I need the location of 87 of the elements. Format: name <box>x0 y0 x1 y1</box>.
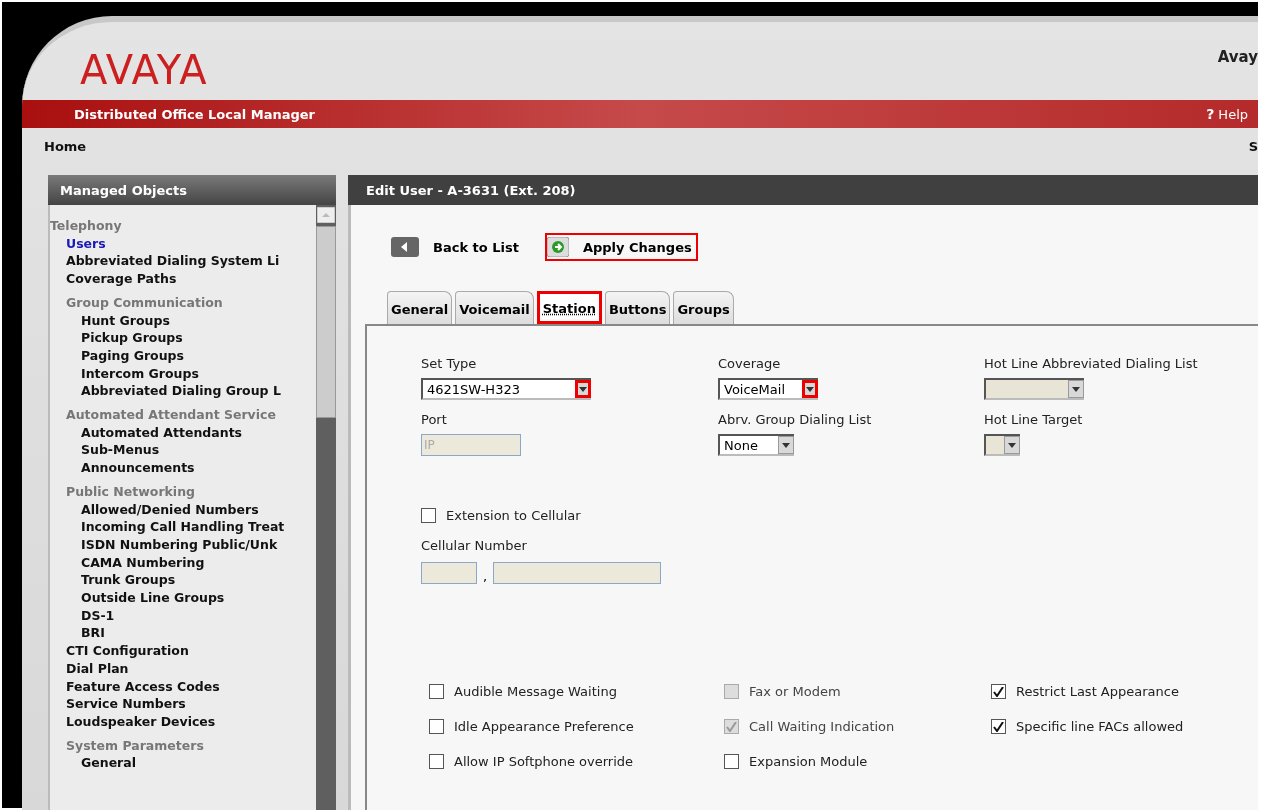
home-link[interactable]: Home <box>44 139 87 154</box>
user-name: Avay <box>1217 48 1258 66</box>
sidebar-group-heading[interactable]: Automated Attendant Service <box>50 406 316 424</box>
caret-icon <box>1072 386 1080 392</box>
sidebar-item[interactable]: Outside Line Groups <box>50 589 316 607</box>
sidebar-item[interactable]: BRI <box>50 624 316 643</box>
sidebar-item[interactable]: CTI Configuration <box>50 642 316 660</box>
caret-icon <box>806 386 814 392</box>
field-label: Cellular Number <box>421 538 527 553</box>
tab[interactable]: Buttons <box>604 291 671 324</box>
checkbox-label: Expansion Module <box>749 754 868 769</box>
sidebar-item[interactable]: Abbreviated Dialing System Li <box>50 252 316 271</box>
field-label: Coverage <box>718 356 782 371</box>
checkbox-label: Call Waiting Indication <box>749 719 895 734</box>
field-label: Port <box>421 412 448 427</box>
sidebar-item[interactable]: Dial Plan <box>50 659 316 678</box>
tab[interactable]: Voicemail <box>455 291 534 324</box>
tab[interactable]: General <box>387 291 453 324</box>
sidebar-item[interactable]: Announcements <box>50 459 316 477</box>
sidebar-item[interactable]: CAMA Numbering <box>50 553 316 572</box>
sidebar-item[interactable]: ISDN Numbering Public/Unk <box>50 535 316 554</box>
sidebar-item[interactable]: Sub-Menus <box>50 441 316 460</box>
caret-icon <box>1008 442 1016 448</box>
back-button[interactable]: Back to List <box>389 233 525 261</box>
sidebar-group-heading[interactable]: System Parameters <box>50 736 316 755</box>
tab[interactable]: Station <box>536 291 602 324</box>
field-label: Set Type <box>421 356 478 371</box>
checkbox-label: Extension to Cellular <box>446 508 581 523</box>
checkbox[interactable] <box>421 508 436 523</box>
panel-title: Edit User - A-3631 (Ext. 208) <box>348 175 1258 205</box>
sidebar-item[interactable]: Abbreviated Dialing Group L <box>50 382 316 401</box>
checkbox-label: Idle Appearance Preference <box>454 719 634 734</box>
field-label: Hot Line Abbreviated Dialing List <box>984 356 1199 371</box>
help-link[interactable]: ? Help <box>1206 106 1248 122</box>
sidebar-item[interactable]: Service Numbers <box>50 695 316 713</box>
sidebar-item[interactable]: Trunk Groups <box>50 571 316 590</box>
field-label: Abrv. Group Dialing List <box>718 412 873 427</box>
check-icon <box>993 721 1004 732</box>
checkbox-label: Fax or Modem <box>749 684 841 699</box>
check-icon <box>993 686 1004 697</box>
apply-button[interactable]: Apply Changes <box>544 233 698 261</box>
input-field[interactable] <box>493 562 662 584</box>
dropdown[interactable]: 4621SW-H323 <box>421 378 591 400</box>
sidebar-item[interactable]: Intercom Groups <box>50 364 316 383</box>
product-title: Distributed Office Local Manager <box>74 106 316 122</box>
dropdown-arrow-button[interactable] <box>575 380 591 398</box>
checkbox[interactable] <box>724 754 739 769</box>
scrollbar[interactable] <box>316 205 336 810</box>
sidebar-item[interactable]: Incoming Call Handling Treat <box>50 518 316 536</box>
sidebar-group-heading[interactable]: Group Communication <box>50 293 316 312</box>
sidebar-group-heading[interactable]: Public Networking <box>50 482 316 501</box>
dropdown-arrow-button[interactable] <box>778 436 794 454</box>
input-field[interactable] <box>421 562 477 584</box>
caret-icon <box>782 442 790 448</box>
sidebar-item[interactable]: Users <box>50 234 316 253</box>
field-label: Hot Line Target <box>984 412 1084 427</box>
dropdown-arrow-button[interactable] <box>802 380 818 398</box>
logo: AVAYA <box>80 50 208 90</box>
sidebar-item[interactable]: DS-1 <box>50 606 316 625</box>
forward-arrow-icon <box>546 237 569 257</box>
dropdown[interactable]: None <box>718 434 794 456</box>
caret-icon <box>579 386 587 392</box>
checkbox-label: Audible Message Waiting <box>454 684 617 699</box>
checkbox[interactable] <box>429 684 444 699</box>
checkbox-label: Allow IP Softphone override <box>454 754 634 769</box>
sidebar-item[interactable]: Allowed/Denied Numbers <box>50 500 316 519</box>
checkbox[interactable] <box>429 719 444 734</box>
checkbox[interactable] <box>991 719 1006 734</box>
check-icon <box>726 721 737 732</box>
checkbox[interactable] <box>991 684 1006 699</box>
checkbox-label: Restrict Last Appearance <box>1016 684 1179 699</box>
checkbox-label: Specific line FACs allowed <box>1016 719 1184 734</box>
sidebar-item[interactable]: Automated Attendants <box>50 423 316 442</box>
sidebar-item[interactable]: Paging Groups <box>50 346 316 365</box>
sidebar-item[interactable]: Loudspeaker Devices <box>50 713 316 731</box>
sidebar-item[interactable]: General <box>50 754 316 773</box>
separator-text: , <box>483 569 488 584</box>
sidebar-item[interactable]: Coverage Paths <box>50 270 316 288</box>
sidebar-item[interactable]: Feature Access Codes <box>50 677 316 696</box>
nav-link[interactable]: S <box>1248 139 1258 154</box>
sidebar-group-heading[interactable]: Telephony <box>50 217 316 235</box>
dropdown[interactable]: VoiceMail <box>718 378 818 400</box>
sidebar-item[interactable]: Pickup Groups <box>50 329 316 347</box>
panel-title: Managed Objects <box>48 175 336 205</box>
sidebar-item[interactable]: Hunt Groups <box>50 311 316 330</box>
tab[interactable]: Groups <box>673 291 734 324</box>
checkbox[interactable] <box>429 754 444 769</box>
